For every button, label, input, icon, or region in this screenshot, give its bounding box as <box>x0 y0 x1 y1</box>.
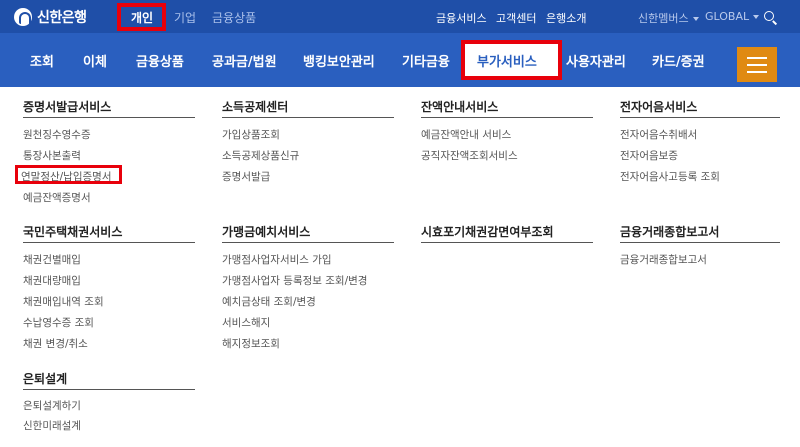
menu-link[interactable]: 전자어음수취배서 <box>620 127 697 142</box>
nav-inquiry[interactable]: 조회 <box>30 51 54 70</box>
divider <box>620 117 780 118</box>
menu-link[interactable]: 가맹점사업자서비스 가입 <box>222 252 332 267</box>
menu-icon <box>747 57 767 59</box>
brand-name: 신한은행 <box>37 10 87 26</box>
menu-title-retirement[interactable]: 은퇴설계 <box>23 370 67 387</box>
divider <box>23 117 195 118</box>
segment-products[interactable]: 금융상품 <box>212 9 256 26</box>
chevron-down-icon <box>692 17 699 21</box>
util-shinhan-members[interactable]: 신한멤버스 <box>638 10 699 26</box>
brand-logo[interactable]: 신한은행 <box>14 7 87 27</box>
nav-utility-court[interactable]: 공과금/법원 <box>212 51 277 70</box>
menu-link[interactable]: 금융거래종합보고서 <box>620 252 707 267</box>
menu-link[interactable]: 채권 변경/취소 <box>23 336 88 351</box>
highlight-box-year-end-tax <box>15 165 122 184</box>
menu-link[interactable]: 예치금상태 조회/변경 <box>222 294 316 309</box>
nav-card-securities[interactable]: 카드/증권 <box>652 51 705 70</box>
shinhan-logo-icon <box>14 8 32 26</box>
util-customer-center[interactable]: 고객센터 <box>496 10 536 26</box>
menu-title-balance-notice[interactable]: 잔액안내서비스 <box>421 98 498 115</box>
util-global[interactable]: GLOBAL <box>705 10 760 23</box>
menu-link[interactable]: 원천징수영수증 <box>23 127 91 142</box>
nav-financial-products[interactable]: 금융상품 <box>136 51 184 70</box>
menu-title-e-bill[interactable]: 전자어음서비스 <box>620 98 697 115</box>
menu-link[interactable]: 채권매입내역 조회 <box>23 294 104 309</box>
util-financial-services[interactable]: 금융서비스 <box>436 10 487 26</box>
menu-link[interactable]: 통장사본출력 <box>23 148 81 163</box>
menu-link[interactable]: 은퇴설계하기 <box>23 398 81 413</box>
divider <box>23 242 195 243</box>
menu-link[interactable]: 채권건별매입 <box>23 252 81 267</box>
menu-link[interactable]: 수납영수증 조회 <box>23 315 94 330</box>
divider <box>222 242 394 243</box>
menu-title-financial-report[interactable]: 금융거래종합보고서 <box>620 223 719 240</box>
menu-title-housing-bond[interactable]: 국민주택채권서비스 <box>23 223 122 240</box>
nav-other-finance[interactable]: 기타금융 <box>402 51 450 70</box>
menu-title-franchise-deposit[interactable]: 가맹금예치서비스 <box>222 223 310 240</box>
segment-corporate[interactable]: 기업 <box>174 9 196 26</box>
menu-link[interactable]: 소득공제상품신규 <box>222 148 299 163</box>
menu-icon-bar <box>747 64 767 66</box>
divider <box>222 117 394 118</box>
menu-link[interactable]: 채권대량매입 <box>23 273 81 288</box>
divider <box>421 117 593 118</box>
nav-transfer[interactable]: 이체 <box>83 51 107 70</box>
menu-link[interactable]: 서비스해지 <box>222 315 270 330</box>
menu-title-bond-waiver[interactable]: 시효포기채권감면여부조회 <box>421 223 553 240</box>
menu-link[interactable]: 가입상품조회 <box>222 127 280 142</box>
chevron-down-icon <box>753 15 760 19</box>
menu-link[interactable]: 예금잔액안내 서비스 <box>421 127 511 142</box>
menu-title-certificate[interactable]: 증명서발급서비스 <box>23 98 111 115</box>
main-nav: 조회 이체 금융상품 공과금/법원 뱅킹보안관리 기타금융 사용자관리 카드/증… <box>0 33 800 87</box>
nav-banking-security[interactable]: 뱅킹보안관리 <box>303 51 375 70</box>
menu-link[interactable]: 해지정보조회 <box>222 336 280 351</box>
divider <box>23 389 195 390</box>
search-icon[interactable] <box>764 11 774 21</box>
menu-link[interactable]: 공직자잔액조회서비스 <box>421 148 518 163</box>
nav-user-management[interactable]: 사용자관리 <box>566 51 626 70</box>
menu-link[interactable]: 전자어음사고등록 조회 <box>620 169 720 184</box>
menu-link[interactable]: 신한미래설계 <box>23 418 81 433</box>
util-about-bank[interactable]: 은행소개 <box>546 10 586 26</box>
divider <box>421 242 593 243</box>
divider <box>620 242 780 243</box>
menu-icon-bar <box>747 71 767 73</box>
nav-additional-services[interactable]: 부가서비스 <box>477 51 537 70</box>
hamburger-menu-button[interactable] <box>737 47 777 82</box>
menu-link[interactable]: 전자어음보증 <box>620 148 678 163</box>
menu-link[interactable]: 증명서발급 <box>222 169 270 184</box>
menu-link[interactable]: 가맹점사업자 등록정보 조회/변경 <box>222 273 367 288</box>
menu-link[interactable]: 예금잔액증명서 <box>23 190 91 205</box>
highlight-box-personal <box>117 3 166 31</box>
menu-title-tax-deduction[interactable]: 소득공제센터 <box>222 98 288 115</box>
